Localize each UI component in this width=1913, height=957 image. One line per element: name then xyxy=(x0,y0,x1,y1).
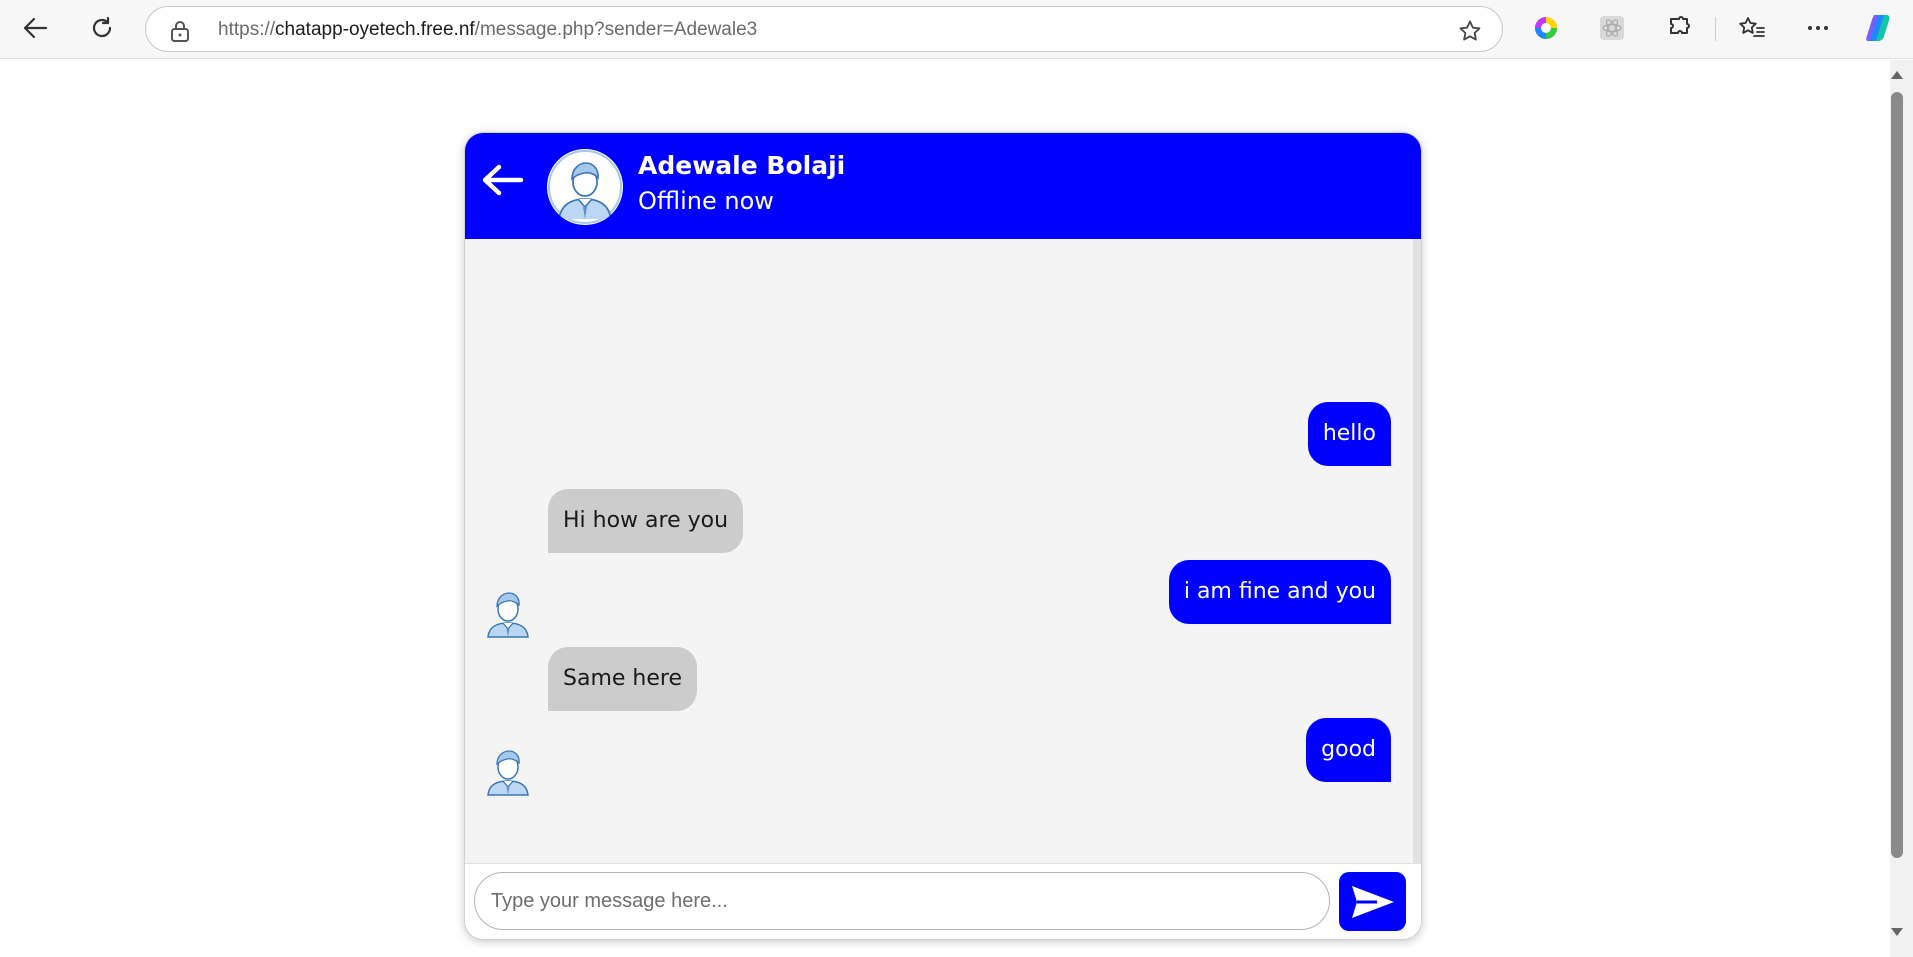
more-options-icon[interactable] xyxy=(1800,10,1836,46)
browser-toolbar: https://chatapp-oyetech.free.nf/message.… xyxy=(0,0,1913,59)
message-incoming: Hi how are you xyxy=(548,489,744,553)
sender-avatar-icon xyxy=(487,750,529,796)
chat-window: Adewale Bolaji Offline now hello Hi how … xyxy=(465,133,1421,939)
page-scrollbar-thumb[interactable] xyxy=(1891,92,1903,858)
favorite-star-icon[interactable] xyxy=(1458,19,1482,43)
message-outgoing: hello xyxy=(1307,402,1391,466)
message-list-scrollbar[interactable] xyxy=(1413,239,1421,863)
arrow-left-icon xyxy=(23,17,48,39)
react-devtools-icon[interactable] xyxy=(1594,10,1630,46)
sender-avatar-icon xyxy=(487,592,529,638)
url-host: chatapp-oyetech.free.nf xyxy=(275,19,475,40)
lock-icon xyxy=(171,21,189,42)
contact-name: Adewale Bolaji xyxy=(638,151,846,180)
back-arrow-icon[interactable] xyxy=(479,157,525,203)
scroll-up-icon[interactable] xyxy=(1888,68,1906,82)
back-button[interactable] xyxy=(16,9,54,47)
message-outgoing: i am fine and you xyxy=(1168,560,1391,624)
message-input[interactable] xyxy=(474,872,1330,930)
message-outgoing: good xyxy=(1306,718,1391,782)
avatar xyxy=(547,149,623,225)
refresh-icon xyxy=(92,16,112,38)
url-prefix: https:// xyxy=(218,19,276,40)
extensions-puzzle-icon[interactable] xyxy=(1661,10,1697,46)
address-bar[interactable]: https://chatapp-oyetech.free.nf/message.… xyxy=(145,6,1503,52)
refresh-button[interactable] xyxy=(83,9,121,47)
message-list: hello Hi how are you i am fine and you S… xyxy=(465,239,1413,863)
message-incoming: Same here xyxy=(548,647,697,711)
favorites-icon[interactable] xyxy=(1734,10,1770,46)
url-path: /message.php?sender=Adewale3 xyxy=(474,19,758,40)
message-composer xyxy=(465,863,1421,939)
scroll-down-icon[interactable] xyxy=(1888,925,1906,939)
toolbar-separator xyxy=(1715,17,1716,41)
send-icon xyxy=(1351,885,1394,918)
send-button[interactable] xyxy=(1339,872,1406,931)
chat-header: Adewale Bolaji Offline now xyxy=(465,133,1421,239)
copilot-icon[interactable] xyxy=(1862,10,1898,46)
user-avatar-icon xyxy=(548,150,622,224)
color-extension-icon[interactable] xyxy=(1528,10,1564,46)
contact-status: Offline now xyxy=(638,187,774,215)
url-text[interactable]: https://chatapp-oyetech.free.nf/message.… xyxy=(218,19,757,41)
